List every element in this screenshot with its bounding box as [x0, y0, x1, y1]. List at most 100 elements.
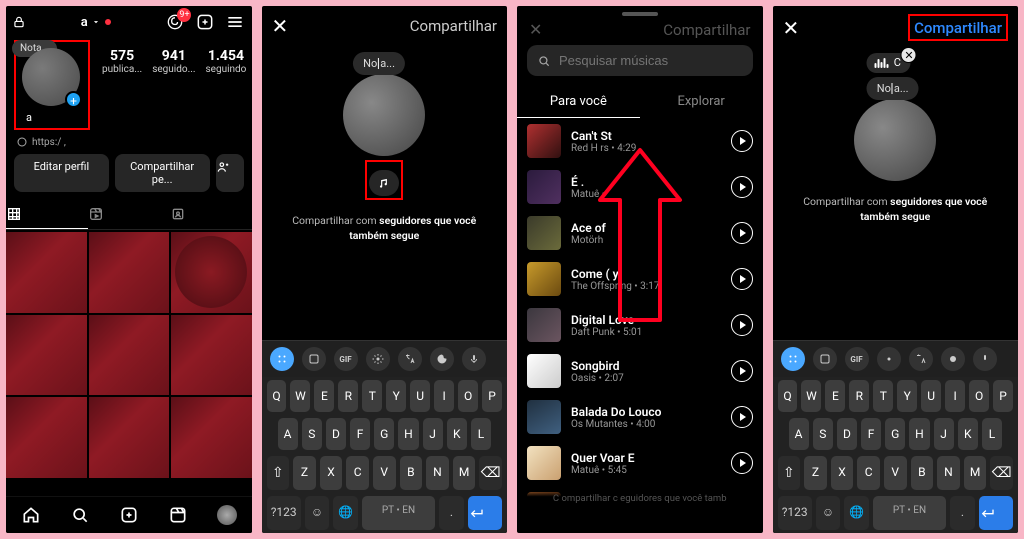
threads-icon[interactable]: 9+ [165, 12, 185, 32]
key-m[interactable]: M [453, 456, 476, 490]
song-row[interactable]: Ace ofMotörh [517, 210, 763, 256]
post-thumb[interactable] [171, 232, 252, 313]
key-i[interactable]: I [945, 380, 965, 412]
post-thumb[interactable] [171, 315, 252, 396]
play-icon[interactable] [731, 268, 753, 290]
song-row[interactable]: SongbirdOasis • 2:07 [517, 348, 763, 394]
tab-for-you[interactable]: Para você [517, 86, 640, 118]
kbd-gif-icon[interactable]: GIF [334, 347, 358, 371]
key-backspace[interactable]: ⌫ [479, 456, 502, 490]
key-s[interactable]: S [813, 418, 833, 450]
key-a[interactable]: A [789, 418, 809, 450]
share-button[interactable]: Compartilhar [914, 19, 1002, 37]
post-thumb[interactable] [6, 315, 87, 396]
key-globe[interactable]: 🌐 [333, 496, 357, 530]
key-j[interactable]: J [423, 418, 443, 450]
key-emoji[interactable]: ☺ [816, 496, 840, 530]
kbd-apps-icon[interactable] [270, 347, 294, 371]
add-music-button[interactable] [369, 170, 399, 196]
sheet-handle[interactable] [622, 12, 658, 16]
key-e[interactable]: E [825, 380, 845, 412]
bio-link-row[interactable]: https:/ , [6, 132, 252, 154]
kbd-sticker-icon[interactable] [813, 347, 837, 371]
song-row[interactable]: Digital LoveDaft Punk • 5:01 [517, 302, 763, 348]
play-icon[interactable] [731, 130, 753, 152]
remove-song-icon[interactable]: ✕ [901, 47, 917, 63]
key-shift[interactable]: ⇧ [778, 456, 801, 490]
play-icon[interactable] [731, 176, 753, 198]
key-o[interactable]: O [969, 380, 989, 412]
key-shift[interactable]: ⇧ [267, 456, 290, 490]
key-emoji[interactable]: ☺ [305, 496, 329, 530]
key-h[interactable]: H [398, 418, 418, 450]
key-globe[interactable]: 🌐 [844, 496, 868, 530]
kbd-gif-icon[interactable]: GIF [845, 347, 869, 371]
username-dropdown[interactable]: a [81, 15, 111, 30]
key-b[interactable]: B [400, 456, 423, 490]
key-l[interactable]: L [471, 418, 491, 450]
key-q[interactable]: Q [267, 380, 287, 412]
song-row[interactable]: Balada Do LoucoOs Mutantes • 4:00 [517, 394, 763, 440]
key-a[interactable]: A [278, 418, 298, 450]
song-row[interactable]: Can't StRed H rs • 4:29 [517, 118, 763, 164]
nav-reels-icon[interactable] [168, 505, 188, 525]
key-q[interactable]: Q [778, 380, 798, 412]
key-z[interactable]: Z [293, 456, 316, 490]
key-period[interactable]: . [439, 496, 463, 530]
nav-home-icon[interactable] [21, 505, 41, 525]
key-z[interactable]: Z [804, 456, 827, 490]
key-period[interactable]: . [950, 496, 974, 530]
kbd-translate-icon[interactable] [398, 347, 422, 371]
kbd-theme-icon[interactable] [941, 347, 965, 371]
share-audience-label[interactable]: Compartilhar com seguidores que você tam… [262, 204, 508, 253]
tab-explore[interactable]: Explorar [640, 86, 763, 118]
post-thumb[interactable] [171, 397, 252, 478]
close-icon[interactable]: ✕ [529, 20, 542, 39]
kbd-mic-icon[interactable] [973, 347, 997, 371]
key-e[interactable]: E [314, 380, 334, 412]
key-c[interactable]: C [346, 456, 369, 490]
key-w[interactable]: W [801, 380, 821, 412]
key-k[interactable]: K [958, 418, 978, 450]
key-s[interactable]: S [302, 418, 322, 450]
song-row[interactable]: Quer Voar EMatuê • 5:45 [517, 440, 763, 486]
key-v[interactable]: V [884, 456, 907, 490]
nav-create-icon[interactable] [119, 505, 139, 525]
play-icon[interactable] [731, 406, 753, 428]
key-space[interactable]: PT • EN [873, 496, 946, 530]
kbd-settings-icon[interactable] [366, 347, 390, 371]
key-m[interactable]: M [964, 456, 987, 490]
menu-icon[interactable] [225, 12, 245, 32]
stat-followers[interactable]: 941 seguido... [152, 48, 195, 75]
add-story-icon[interactable]: + [65, 91, 82, 108]
nav-profile-avatar[interactable] [217, 505, 237, 525]
key-numbers[interactable]: ?123 [267, 496, 301, 530]
kbd-theme-icon[interactable] [430, 347, 454, 371]
profile-avatar[interactable]: + [22, 48, 80, 106]
key-enter[interactable] [468, 496, 502, 530]
song-row[interactable]: É .Matuê • [517, 164, 763, 210]
post-thumb[interactable] [89, 315, 170, 396]
key-l[interactable]: L [982, 418, 1002, 450]
key-t[interactable]: T [362, 380, 382, 412]
key-x[interactable]: X [320, 456, 343, 490]
close-icon[interactable]: ✕ [783, 16, 800, 40]
post-thumb[interactable] [89, 397, 170, 478]
create-post-icon[interactable] [195, 12, 215, 32]
key-r[interactable]: R [849, 380, 869, 412]
key-g[interactable]: G [374, 418, 394, 450]
play-icon[interactable] [731, 314, 753, 336]
close-icon[interactable]: ✕ [272, 14, 289, 38]
kbd-translate-icon[interactable] [909, 347, 933, 371]
key-u[interactable]: U [410, 380, 430, 412]
key-b[interactable]: B [911, 456, 934, 490]
key-p[interactable]: P [993, 380, 1013, 412]
kbd-sticker-icon[interactable] [302, 347, 326, 371]
key-y[interactable]: Y [897, 380, 917, 412]
nav-search-icon[interactable] [70, 505, 90, 525]
key-t[interactable]: T [873, 380, 893, 412]
play-icon[interactable] [731, 452, 753, 474]
tab-tagged[interactable] [170, 200, 252, 229]
key-r[interactable]: R [338, 380, 358, 412]
key-h[interactable]: H [909, 418, 929, 450]
